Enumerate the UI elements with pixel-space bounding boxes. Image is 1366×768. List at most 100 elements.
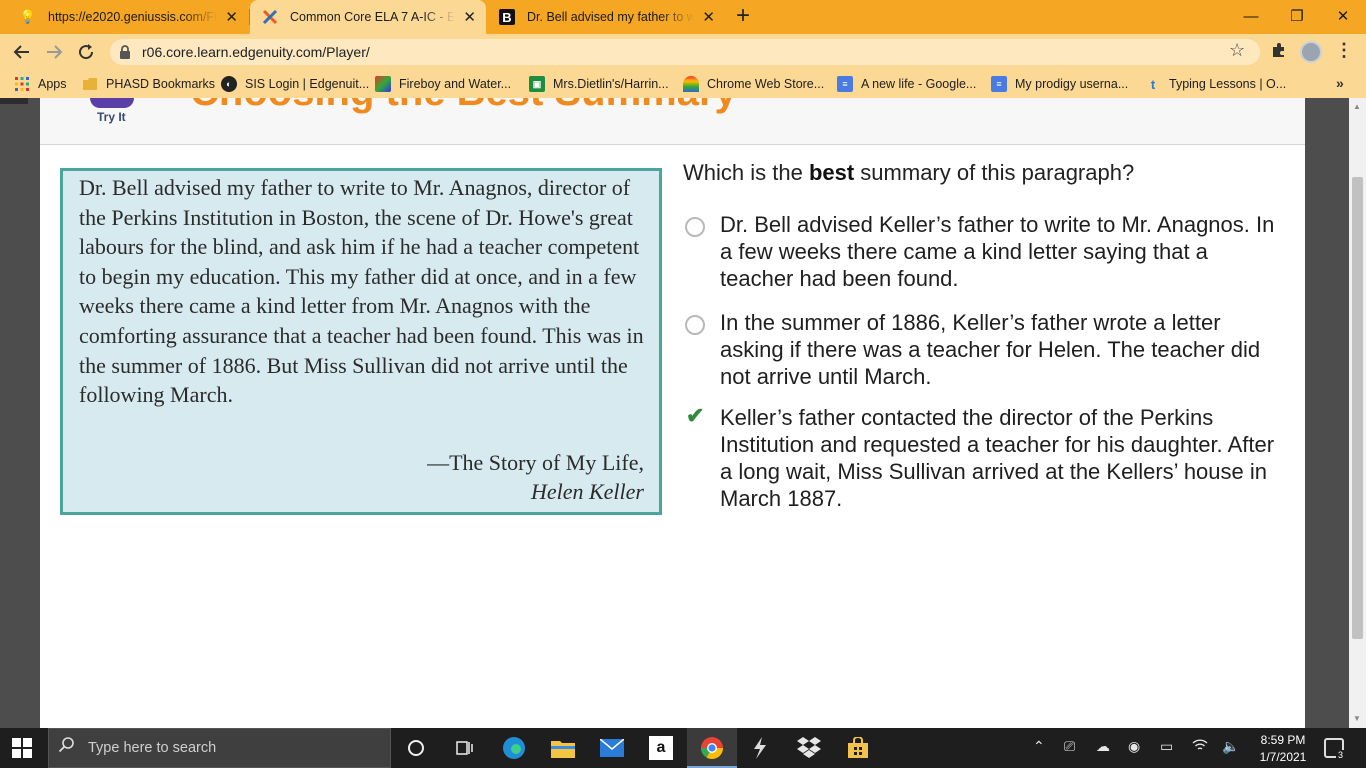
- scrollbar-thumb[interactable]: [1352, 177, 1363, 639]
- store-bag-icon[interactable]: [843, 733, 873, 763]
- bookmark-dietlin-overlay[interactable]: ▣ Mrs.Dietlin's/Harrin...: [529, 76, 669, 92]
- tab-label: Dr. Bell advised my father to writ: [527, 10, 695, 24]
- mail-icon[interactable]: [597, 733, 627, 763]
- close-window-button[interactable]: ✕: [1320, 0, 1366, 32]
- bookmark-prodigy-overlay[interactable]: ≡ My prodigy userna...: [991, 76, 1128, 92]
- bookmark-label: PHASD Bookmarks: [106, 77, 216, 91]
- bookmark-label: Fireboy and Water...: [399, 77, 512, 91]
- volume-icon[interactable]: 🔈: [1222, 738, 1239, 755]
- bookmark-label: A new life - Google...: [861, 77, 977, 91]
- passage-author: Helen Keller: [530, 479, 644, 504]
- back-arrow-icon[interactable]: [10, 40, 34, 64]
- profile-avatar[interactable]: [1300, 41, 1322, 63]
- try-it-label: Try It: [97, 110, 126, 124]
- sis-icon: ◐: [221, 76, 237, 92]
- close-tab-icon[interactable]: ✕: [463, 8, 476, 26]
- task-view-icon[interactable]: [450, 733, 480, 763]
- file-explorer-icon[interactable]: [548, 733, 578, 763]
- browser-menu-icon[interactable]: ⋮: [1335, 40, 1353, 61]
- answer-text: In the summer of 1886, Keller’s father w…: [720, 310, 1261, 389]
- tab-label: Common Core ELA 7 A-IC - Edge: [290, 10, 456, 24]
- bookmark-sis-overlay[interactable]: ◐ SIS Login | Edgenuit...: [221, 76, 369, 92]
- radio-button[interactable]: [685, 315, 705, 335]
- answer-text: Dr. Bell advised Keller’s father to writ…: [720, 212, 1275, 291]
- apps-grid-icon: [14, 76, 30, 92]
- bookmark-new-life-overlay[interactable]: ≡ A new life - Google...: [837, 76, 976, 92]
- close-tab-icon[interactable]: ✕: [702, 8, 715, 26]
- passage-source: —The Story of My Life,: [427, 450, 644, 475]
- question-suffix: summary of this paragraph?: [854, 160, 1135, 185]
- radio-button[interactable]: [685, 217, 705, 237]
- bookmark-star-icon[interactable]: ☆: [1229, 40, 1245, 61]
- gutter-marker: [0, 98, 28, 104]
- docs-icon: ≡: [837, 76, 853, 92]
- bookmark-label: Typing Lessons | O...: [1169, 77, 1287, 91]
- reload-icon[interactable]: [74, 40, 98, 64]
- bookmark-phasd-overlay[interactable]: PHASD Bookmarks: [82, 76, 215, 92]
- lock-icon: [118, 44, 134, 60]
- clock-time: 8:59 PM: [1260, 733, 1306, 747]
- cortana-circle-icon[interactable]: [401, 733, 431, 763]
- bookmark-label: My prodigy userna...: [1015, 77, 1129, 91]
- bookmark-typing-overlay[interactable]: t Typing Lessons | O...: [1145, 76, 1286, 92]
- typing-t-icon: t: [1150, 76, 1156, 92]
- question-prefix: Which is the: [683, 160, 809, 185]
- edge-browser-icon[interactable]: [499, 733, 529, 763]
- game-icon: [375, 76, 391, 92]
- docs-icon: ≡: [991, 76, 1007, 92]
- chrome-icon[interactable]: [697, 733, 727, 763]
- bookmark-label: SIS Login | Edgenuit...: [245, 77, 370, 91]
- wifi-icon[interactable]: [1192, 738, 1208, 755]
- extensions-puzzle-icon[interactable]: [1270, 41, 1288, 64]
- bookmark-chrome-store-overlay[interactable]: Chrome Web Store...: [683, 76, 824, 92]
- system-clock[interactable]: 8:59 PM 1/7/2021: [1258, 732, 1308, 766]
- checkmark-icon: ✔: [686, 403, 705, 428]
- tab-edgenuity[interactable]: Common Core ELA 7 A-IC - Edge ✕: [250, 0, 486, 34]
- new-tab-button[interactable]: +: [736, 4, 750, 28]
- bookmarks-overflow-icon[interactable]: »: [1336, 75, 1344, 91]
- answer-option-3[interactable]: ✔ Keller’s father contacted the director…: [685, 404, 1280, 512]
- search-placeholder: Type here to search: [88, 740, 217, 756]
- bookmark-fireboy-overlay[interactable]: Fireboy and Water...: [375, 76, 511, 92]
- bookmark-label: Apps: [38, 77, 67, 91]
- onedrive-cloud-icon[interactable]: ☁: [1096, 738, 1110, 755]
- scroll-up-arrow-icon[interactable]: ▲: [1353, 102, 1361, 111]
- answer-text: Keller’s father contacted the director o…: [720, 405, 1275, 511]
- tray-shield-icon[interactable]: ◉: [1128, 738, 1140, 755]
- minimize-button[interactable]: —: [1228, 0, 1274, 32]
- maximize-button[interactable]: ❐: [1274, 0, 1320, 32]
- answer-option-2[interactable]: In the summer of 1886, Keller’s father w…: [685, 309, 1280, 390]
- brainly-b-icon: B: [499, 9, 515, 25]
- tab-brainly[interactable]: B Dr. Bell advised my father to writ ✕: [487, 0, 725, 34]
- bulb-icon: 💡: [19, 9, 37, 24]
- forward-arrow-icon[interactable]: [42, 40, 66, 64]
- notification-count: 3: [1336, 750, 1346, 760]
- windows-start-icon[interactable]: [12, 738, 32, 758]
- passage-text: Dr. Bell advised my father to write to M…: [79, 175, 644, 408]
- rainbow-icon: [683, 76, 699, 92]
- question-prompt: Which is the best summary of this paragr…: [683, 160, 1134, 186]
- passage-attribution: —The Story of My Life, Helen Keller: [427, 448, 644, 506]
- tab-label: https://e2020.geniussis.com/FED: [48, 10, 218, 24]
- tray-overflow-chevron-icon[interactable]: ⌃: [1033, 738, 1045, 755]
- bookmark-label: Mrs.Dietlin's/Harrin...: [553, 77, 669, 91]
- folder-icon: [82, 76, 98, 92]
- search-icon: [58, 736, 76, 759]
- reading-passage: Dr. Bell advised my father to write to M…: [60, 168, 662, 515]
- answer-option-1[interactable]: Dr. Bell advised Keller’s father to writ…: [685, 211, 1280, 292]
- tray-meet-icon[interactable]: ⎚: [1064, 738, 1075, 755]
- dropbox-icon[interactable]: [794, 733, 824, 763]
- clock-date: 1/7/2021: [1259, 750, 1307, 764]
- url-text: r06.core.learn.edgenuity.com/Player/: [142, 44, 370, 60]
- app-bolt-icon[interactable]: [745, 733, 775, 763]
- edgenuity-x-icon: [262, 9, 278, 25]
- question-emphasis: best: [808, 160, 855, 185]
- bookmark-label: Chrome Web Store...: [707, 77, 825, 91]
- tab-geniussis[interactable]: 💡 https://e2020.geniussis.com/FED ✕: [8, 0, 248, 34]
- amazon-icon[interactable]: a: [646, 733, 676, 763]
- close-tab-icon[interactable]: ✕: [225, 8, 238, 26]
- scroll-down-arrow-icon[interactable]: ▼: [1353, 714, 1361, 723]
- battery-icon[interactable]: ▭: [1160, 738, 1173, 755]
- bookmark-apps-overlay[interactable]: Apps: [14, 76, 67, 92]
- classroom-icon: ▣: [529, 76, 545, 92]
